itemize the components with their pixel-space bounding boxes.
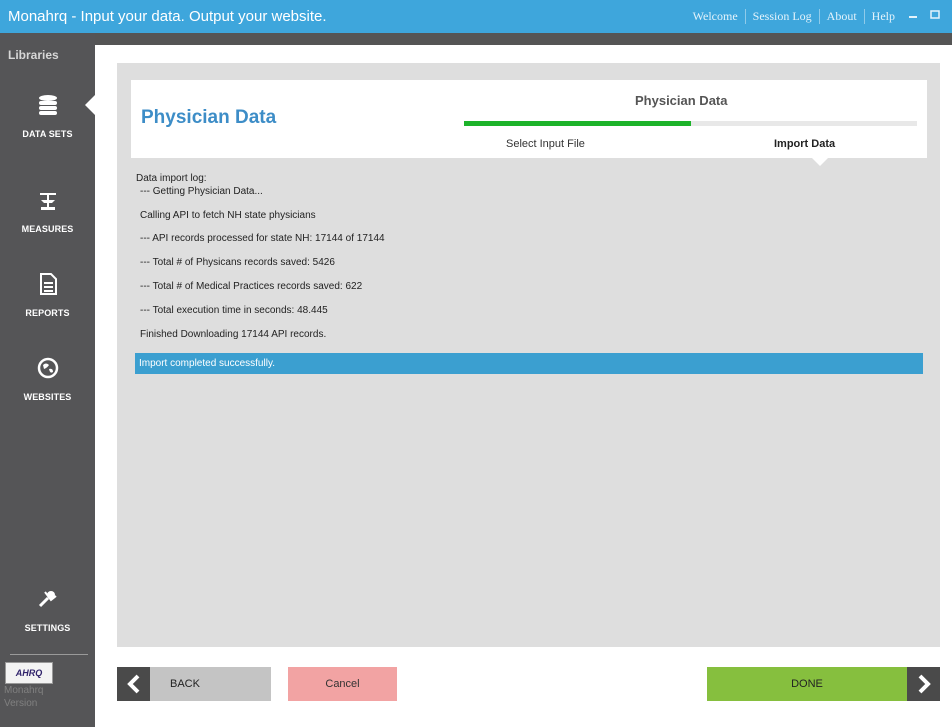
step-select-input-file: Select Input File — [506, 138, 585, 150]
sidebar-divider — [10, 654, 88, 655]
sidebar-item-websites[interactable]: WEBSITES — [0, 357, 95, 427]
log-line: --- Total # of Physicans records saved: … — [140, 257, 335, 268]
scale-icon — [37, 189, 59, 211]
page-title: Physician Data — [141, 107, 277, 128]
done-button[interactable]: DONE — [707, 667, 940, 701]
log-title: Data import log: — [136, 173, 207, 184]
globe-icon — [37, 357, 59, 379]
maximize-icon[interactable] — [924, 10, 946, 23]
step-pointer — [812, 158, 828, 166]
ahrq-logo: AHRQ — [5, 662, 53, 684]
wizard-title: Physician Data — [635, 93, 728, 108]
log-line: --- Getting Physician Data... — [140, 186, 263, 197]
sidebar-item-label: MEASURES — [21, 224, 74, 234]
nav-help[interactable]: Help — [865, 9, 902, 24]
document-icon — [37, 273, 59, 295]
minimize-icon[interactable] — [902, 10, 924, 23]
wrench-icon — [37, 588, 59, 610]
progress-fill — [464, 121, 691, 126]
back-button-label: BACK — [170, 678, 200, 690]
log-line: --- Total # of Medical Practices records… — [140, 281, 363, 292]
log-line: Calling API to fetch NH state physicians — [140, 210, 316, 221]
cancel-button[interactable]: Cancel — [288, 667, 397, 701]
nav-session-log[interactable]: Session Log — [746, 9, 819, 24]
log-line: --- API records processed for state NH: … — [140, 233, 385, 244]
sidebar-item-label: WEBSITES — [23, 392, 72, 402]
title-bar: Monahrq - Input your data. Output your w… — [0, 0, 952, 33]
sidebar-item-label: SETTINGS — [24, 623, 71, 633]
main-panel: Physician Data Physician Data Select Inp… — [117, 63, 940, 647]
sidebar-item-label: DATA SETS — [22, 129, 73, 139]
sidebar-item-measures[interactable]: MEASURES — [0, 189, 95, 259]
success-message: Import completed successfully. — [135, 353, 923, 374]
database-icon — [37, 94, 59, 116]
back-button[interactable]: BACK — [117, 667, 271, 701]
log-line: --- Total execution time in seconds: 48.… — [140, 305, 328, 316]
header-strip — [95, 33, 952, 45]
step-import-data: Import Data — [774, 138, 836, 150]
back-arrow-icon — [117, 667, 150, 701]
sidebar-title: Libraries — [8, 48, 59, 62]
app-title: Monahrq - Input your data. Output your w… — [8, 8, 327, 25]
sidebar-item-label: REPORTS — [25, 308, 70, 318]
progress-track — [464, 121, 917, 126]
top-nav: Welcome Session Log About Help — [686, 0, 946, 33]
version-label: Version — [4, 698, 38, 709]
sidebar-item-reports[interactable]: REPORTS — [0, 273, 95, 343]
nav-about[interactable]: About — [820, 9, 864, 24]
log-line: Finished Downloading 17144 API records. — [140, 329, 327, 340]
version-app-name: Monahrq — [4, 685, 44, 696]
wizard-header: Physician Data Physician Data Select Inp… — [131, 80, 927, 166]
forward-arrow-icon — [907, 667, 940, 701]
sidebar-item-data-sets[interactable]: DATA SETS — [0, 94, 95, 164]
nav-welcome[interactable]: Welcome — [686, 9, 745, 24]
cancel-button-label: Cancel — [325, 678, 360, 690]
sidebar: Libraries DATA SETS MEASURES REPORTS WEB… — [0, 33, 95, 727]
sidebar-item-settings[interactable]: SETTINGS — [0, 588, 95, 658]
done-button-label: DONE — [791, 678, 823, 690]
